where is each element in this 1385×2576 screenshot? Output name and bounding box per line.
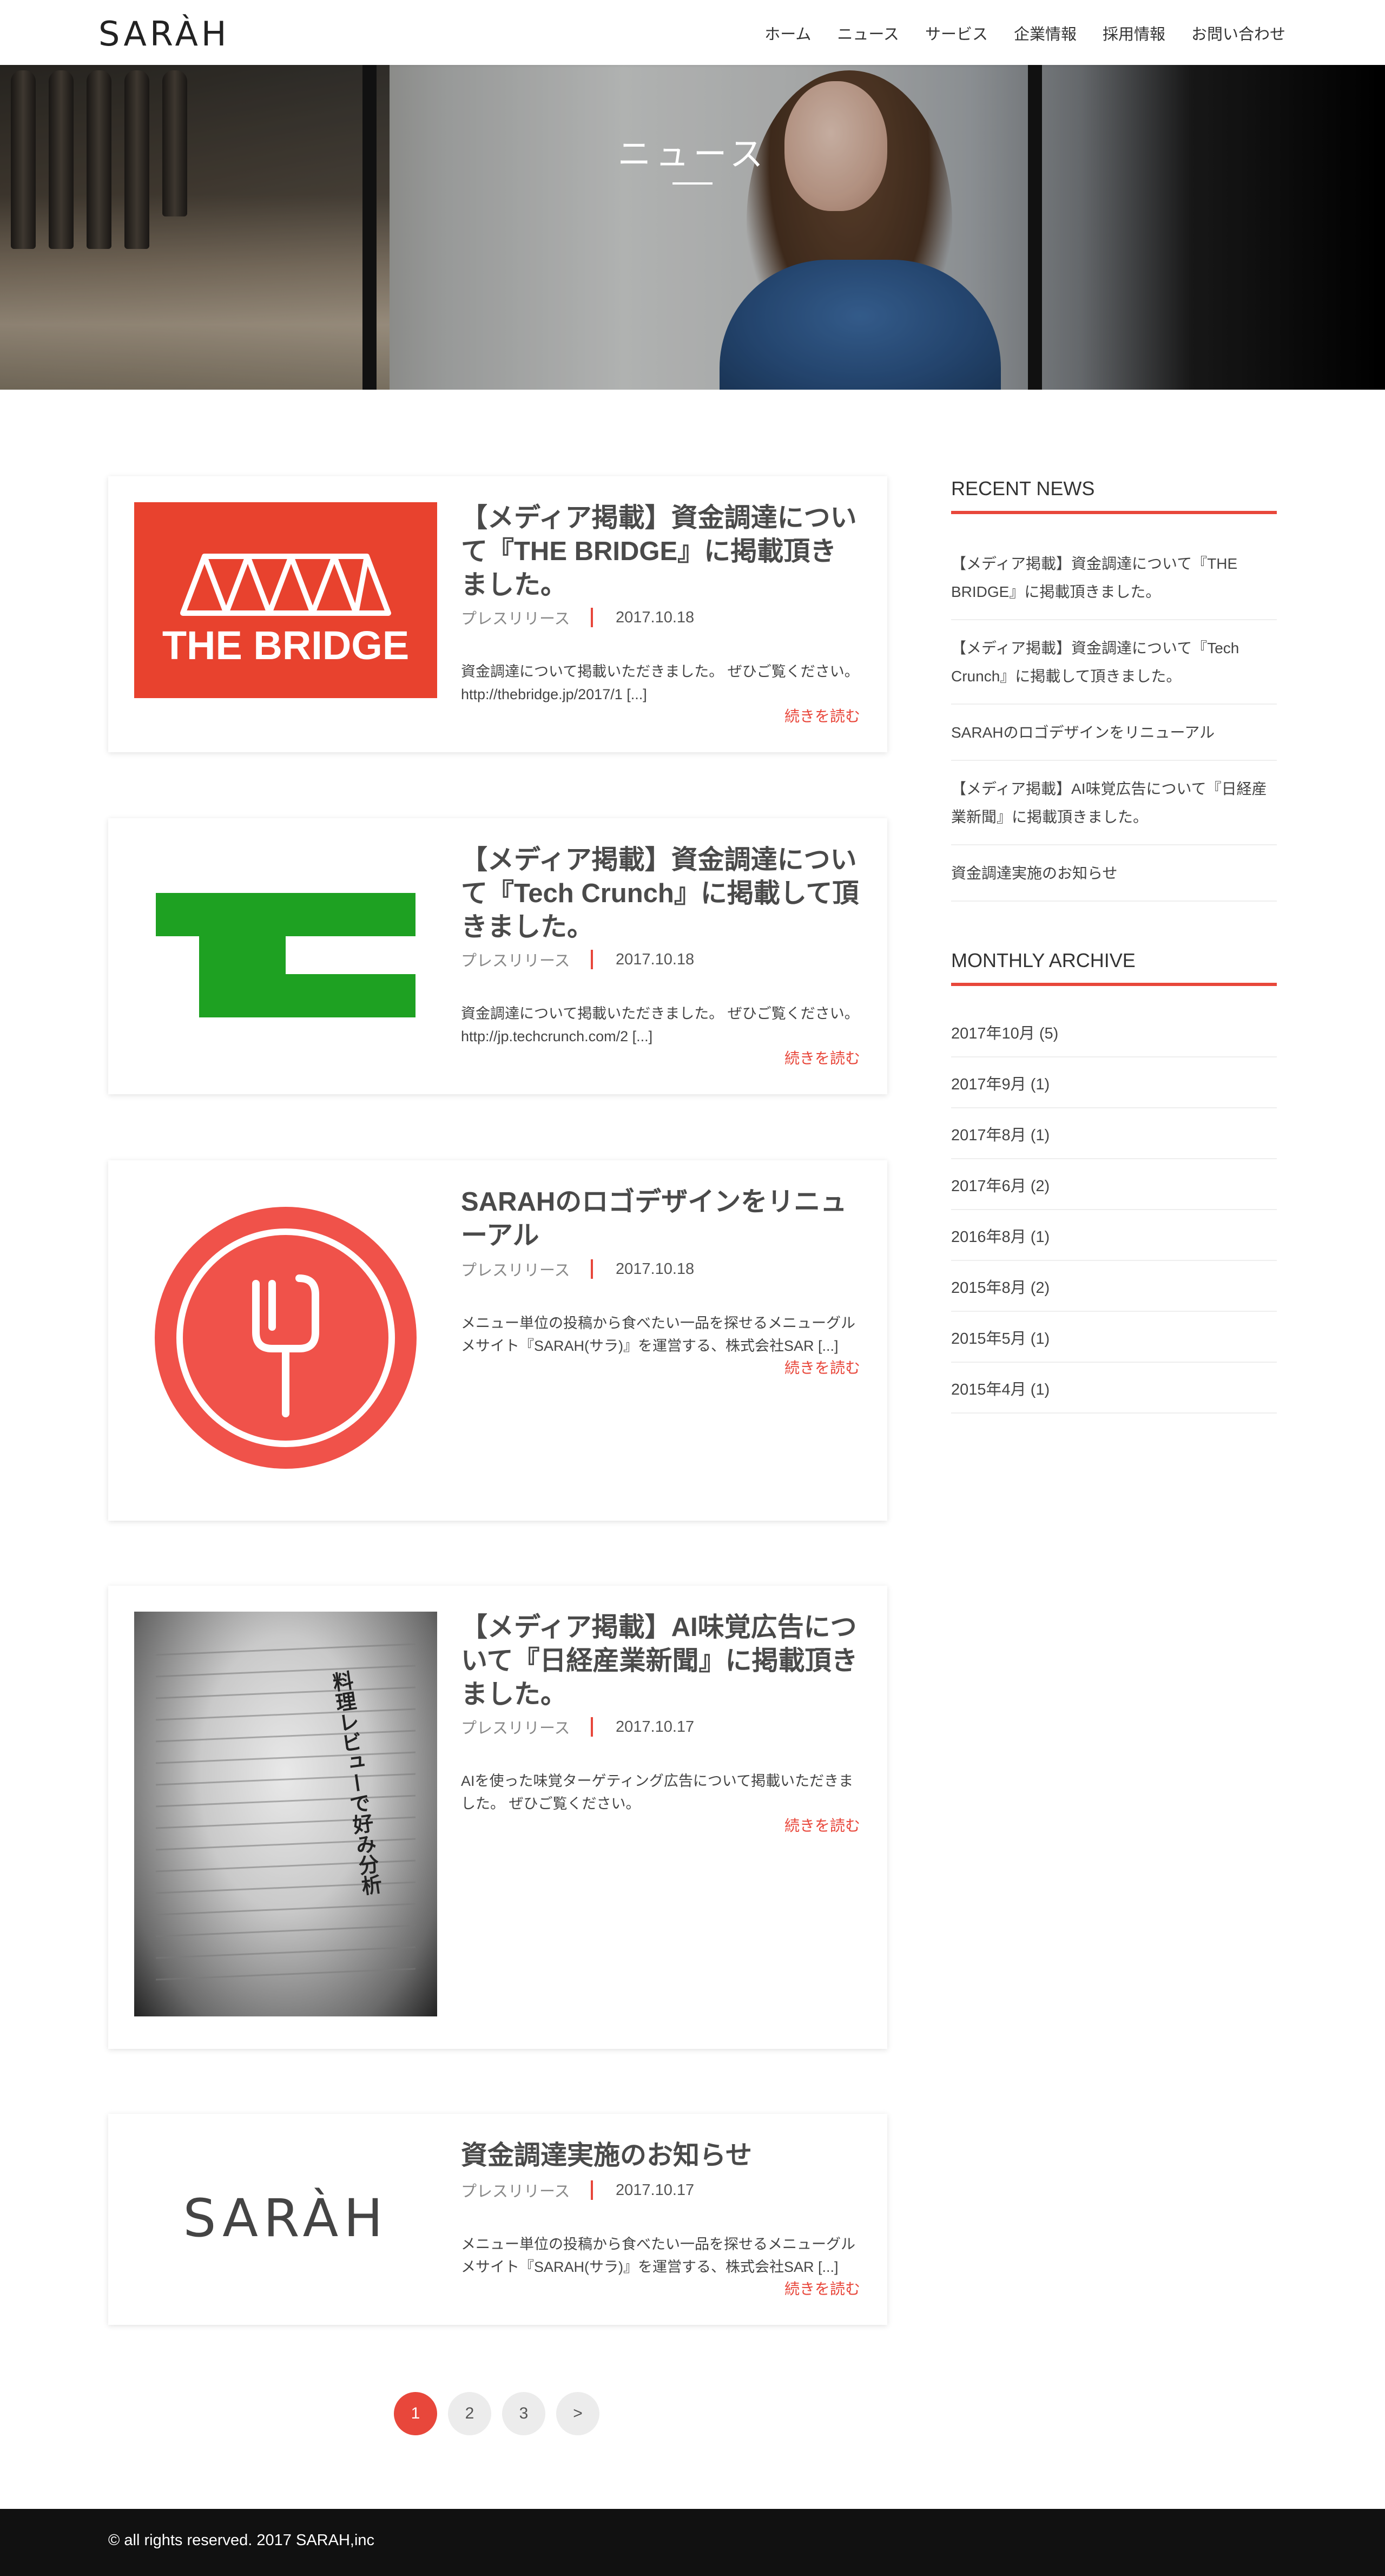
post-meta: プレスリリース 2017.10.18 (461, 1258, 694, 1280)
post-thumbnail[interactable]: SARÀH (134, 2140, 437, 2297)
archive-item[interactable]: 2015年5月 (1) (951, 1312, 1277, 1363)
recent-news-item[interactable]: 【メディア掲載】資金調達について『Tech Crunch』に掲載して頂きました。 (951, 631, 1277, 705)
post-meta: プレスリリース 2017.10.17 (461, 2179, 694, 2202)
post-date: 2017.10.17 (616, 1718, 695, 1736)
read-more-link[interactable]: 続きを読む (784, 1814, 860, 1836)
archive-item[interactable]: 2017年9月 (1) (951, 1057, 1277, 1108)
post-title[interactable]: 【メディア掲載】AI味覚広告について『日経産業新聞』に掲載頂きました。 (461, 1611, 861, 1711)
copyright-text: © all rights reserved. 2017 SARAH,inc (108, 2532, 375, 2549)
meta-divider (591, 608, 593, 627)
bridge-logo-icon: THE BRIDGE (162, 554, 409, 668)
archive-item[interactable]: 2015年4月 (1) (951, 1363, 1277, 1414)
post-card: SARAHのロゴデザインをリニューアル プレスリリース 2017.10.18 メ… (108, 1160, 887, 1521)
nav-home[interactable]: ホーム (764, 22, 811, 44)
post-date: 2017.10.18 (616, 1260, 695, 1278)
archive-item[interactable]: 2015年8月 (2) (951, 1261, 1277, 1312)
pagination: 1 2 3 > (394, 2392, 599, 2435)
archive-item[interactable]: 2017年8月 (1) (951, 1108, 1277, 1159)
recent-news-item[interactable]: 【メディア掲載】資金調達について『THE BRIDGE』に掲載頂きました。 (951, 547, 1277, 620)
meta-divider (591, 2180, 593, 2200)
archive-item[interactable]: 2016年8月 (1) (951, 1210, 1277, 1261)
post-title[interactable]: 【メディア掲載】資金調達について『Tech Crunch』に掲載して頂きました。 (461, 843, 861, 944)
meta-divider (591, 1717, 593, 1737)
post-thumbnail[interactable] (134, 844, 437, 1040)
recent-news-item[interactable]: SARAHのロゴデザインをリニューアル (951, 715, 1277, 761)
post-category[interactable]: プレスリリース (461, 948, 591, 971)
recent-news-heading: RECENT NEWS (951, 477, 1277, 514)
meta-divider (591, 950, 593, 969)
post-meta: プレスリリース 2017.10.17 (461, 1716, 694, 1738)
archive-item[interactable]: 2017年6月 (2) (951, 1159, 1277, 1210)
post-card: 料理レビューで好み分析 【メディア掲載】AI味覚広告について『日経産業新聞』に掲… (108, 1586, 887, 2049)
site-footer: © all rights reserved. 2017 SARAH,inc (0, 2509, 1385, 2576)
sarah-logo: SARÀH (183, 2188, 388, 2249)
read-more-link[interactable]: 続きを読む (784, 1047, 860, 1068)
title-underline (672, 182, 713, 185)
recent-news-item[interactable]: 資金調達実施のお知らせ (951, 856, 1277, 902)
post-excerpt: 資金調達について掲載いただきました。 ぜひご覧ください。 http://jp.t… (461, 1006, 859, 1044)
post-title[interactable]: SARAHのロゴデザインをリニューアル (461, 1185, 861, 1252)
post-thumbnail[interactable] (134, 1186, 437, 1489)
newspaper-photo-icon: 料理レビューで好み分析 (155, 1643, 416, 1981)
post-card: 【メディア掲載】資金調達について『Tech Crunch』に掲載して頂きました。… (108, 818, 887, 1094)
read-more-link[interactable]: 続きを読む (784, 705, 860, 726)
nav-contact[interactable]: お問い合わせ (1191, 22, 1285, 44)
nav-news[interactable]: ニュース (837, 22, 899, 44)
meta-divider (591, 1259, 593, 1279)
recent-news-list: 【メディア掲載】資金調達について『THE BRIDGE』に掲載頂きました。 【メ… (951, 547, 1277, 902)
main-nav: ホーム ニュース サービス 企業情報 採用情報 お問い合わせ (764, 22, 1285, 44)
post-excerpt: AIを使った味覚ターゲティング広告について掲載いただきました。 ぜひご覧ください… (461, 1773, 854, 1812)
recent-news-item[interactable]: 【メディア掲載】AI味覚広告について『日経産業新聞』に掲載頂きました。 (951, 772, 1277, 845)
post-excerpt: 資金調達について掲載いただきました。 ぜひご覧ください。 http://theb… (461, 663, 859, 702)
post-date: 2017.10.18 (616, 950, 695, 968)
post-title[interactable]: 【メディア掲載】資金調達について『THE BRIDGE』に掲載頂きました。 (461, 501, 861, 602)
post-meta: プレスリリース 2017.10.18 (461, 948, 694, 971)
site-logo[interactable]: SARÀH (98, 14, 230, 54)
hero-overlay (0, 65, 1385, 390)
post-excerpt: メニュー単位の投稿から食べたい一品を探せるメニューグルメサイト『SARAH(サラ… (461, 1315, 855, 1354)
next-page-button[interactable]: > (556, 2392, 599, 2435)
hero-banner: ニュース (0, 65, 1385, 390)
post-date: 2017.10.18 (616, 608, 695, 626)
page-title: ニュース (617, 136, 768, 173)
post-title[interactable]: 資金調達実施のお知らせ (461, 2139, 861, 2172)
post-meta: プレスリリース 2017.10.18 (461, 606, 694, 629)
post-category[interactable]: プレスリリース (461, 606, 591, 629)
read-more-link[interactable]: 続きを読む (784, 2277, 860, 2299)
nav-service[interactable]: サービス (925, 22, 988, 44)
post-date: 2017.10.17 (616, 2181, 695, 2199)
nav-company[interactable]: 企業情報 (1014, 22, 1077, 44)
monthly-archive-list: 2017年10月 (5) 2017年9月 (1) 2017年8月 (1) 201… (951, 1007, 1277, 1414)
post-category[interactable]: プレスリリース (461, 1716, 591, 1738)
post-thumbnail[interactable]: 料理レビューで好み分析 (134, 1612, 437, 2016)
post-thumbnail[interactable]: THE BRIDGE (134, 502, 437, 698)
read-more-link[interactable]: 続きを読む (784, 1356, 860, 1378)
monthly-archive-heading: MONTHLY ARCHIVE (951, 949, 1277, 986)
post-card: THE BRIDGE 【メディア掲載】資金調達について『THE BRIDGE』に… (108, 476, 887, 752)
page-3-button[interactable]: 3 (502, 2392, 545, 2435)
page-1-button[interactable]: 1 (394, 2392, 437, 2435)
thumb-text: 料理レビューで好み分析 (328, 1670, 384, 1897)
nav-recruit[interactable]: 採用情報 (1103, 22, 1165, 44)
post-category[interactable]: プレスリリース (461, 2179, 591, 2202)
fork-logo-icon (155, 1207, 417, 1469)
techcrunch-logo-icon (156, 893, 416, 1017)
archive-item[interactable]: 2017年10月 (5) (951, 1007, 1277, 1057)
post-excerpt: メニュー単位の投稿から食べたい一品を探せるメニューグルメサイト『SARAH(サラ… (461, 2236, 855, 2275)
thumb-text: THE BRIDGE (162, 623, 409, 668)
post-category[interactable]: プレスリリース (461, 1258, 591, 1280)
page-2-button[interactable]: 2 (448, 2392, 491, 2435)
post-card: SARÀH 資金調達実施のお知らせ プレスリリース 2017.10.17 メニュ… (108, 2114, 887, 2325)
site-header: SARÀH ホーム ニュース サービス 企業情報 採用情報 お問い合わせ (0, 0, 1385, 65)
